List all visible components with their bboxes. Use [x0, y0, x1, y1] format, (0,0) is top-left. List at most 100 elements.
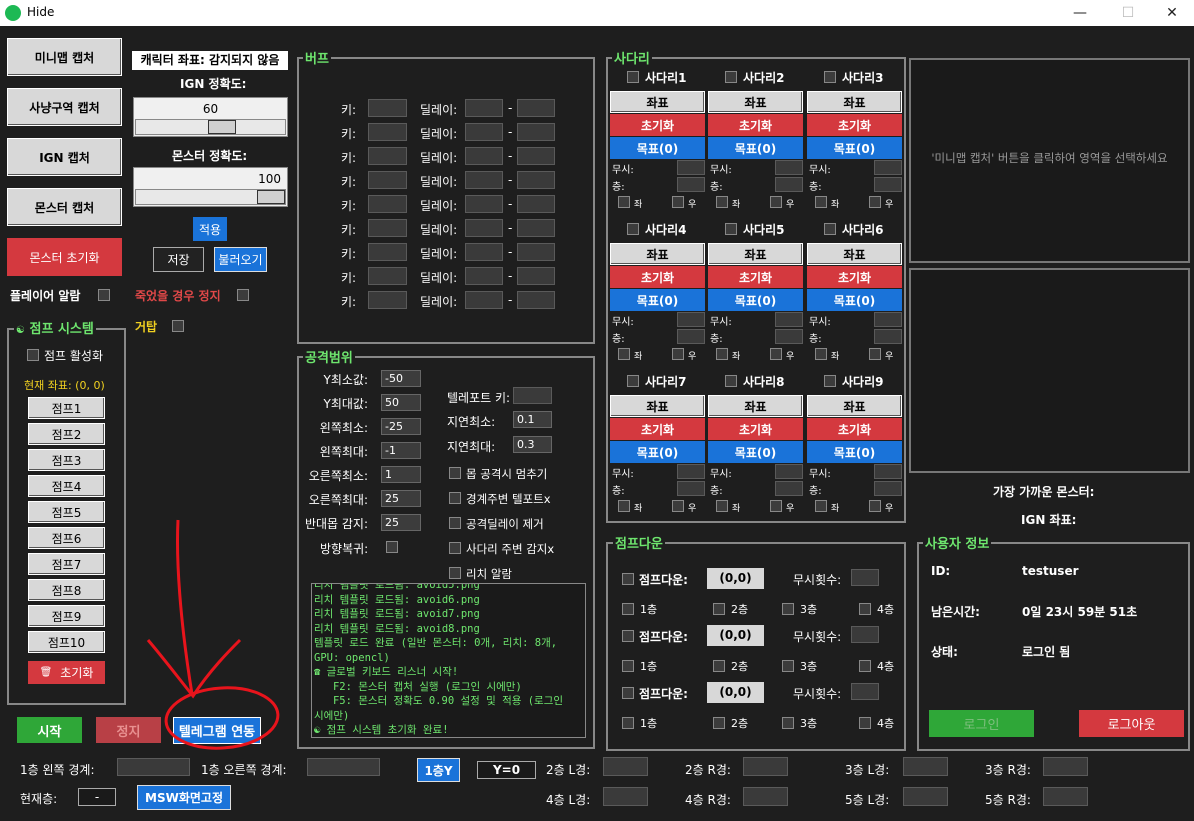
buff-key-input[interactable]: [368, 99, 407, 117]
jumpdown-checkbox[interactable]: [622, 573, 634, 585]
jumpdown-checkbox[interactable]: [622, 687, 634, 699]
ladder-left-checkbox[interactable]: [815, 196, 827, 208]
ladder-ignore-input[interactable]: [874, 312, 902, 327]
buff-key-input[interactable]: [368, 291, 407, 309]
floor4-left-input[interactable]: [603, 787, 648, 806]
jump-button-2[interactable]: 점프2: [28, 423, 105, 445]
jump-reset-button[interactable]: 🗑 초기화: [28, 661, 105, 684]
buff-delay-max-input[interactable]: [517, 219, 555, 237]
ladder-right-checkbox[interactable]: [672, 500, 684, 512]
jump-button-9[interactable]: 점프9: [28, 605, 105, 627]
ign-accuracy-slider[interactable]: [135, 119, 286, 135]
buff-delay-min-input[interactable]: [465, 147, 503, 165]
buff-delay-min-input[interactable]: [465, 291, 503, 309]
buff-delay-min-input[interactable]: [465, 195, 503, 213]
ladder-checkbox[interactable]: [824, 375, 836, 387]
ladder-coord-button[interactable]: 좌표: [807, 395, 902, 417]
stop-button[interactable]: 정지: [96, 717, 161, 743]
buff-key-input[interactable]: [368, 171, 407, 189]
ladder-floor-input[interactable]: [775, 329, 803, 344]
telegram-button[interactable]: 텔레그램 연동: [173, 717, 261, 744]
ladder-floor-input[interactable]: [775, 481, 803, 496]
apply-button[interactable]: 적용: [193, 217, 227, 241]
jumpdown-floor-checkbox[interactable]: [782, 603, 794, 615]
ladder-floor-input[interactable]: [874, 481, 902, 496]
ladder-floor-input[interactable]: [874, 177, 902, 192]
jumpdown-floor-checkbox[interactable]: [622, 603, 634, 615]
ladder-right-checkbox[interactable]: [770, 500, 782, 512]
floor3-left-input[interactable]: [903, 757, 948, 776]
ladder-coord-button[interactable]: 좌표: [610, 243, 705, 265]
ladder-reset-button[interactable]: 초기화: [708, 114, 803, 136]
monster-accuracy-slider[interactable]: [135, 189, 286, 205]
buff-delay-max-input[interactable]: [517, 171, 555, 189]
buff-delay-max-input[interactable]: [517, 123, 555, 141]
ladder-checkbox[interactable]: [627, 375, 639, 387]
monster-accuracy-slider-thumb[interactable]: [257, 190, 285, 204]
jumpdown-checkbox[interactable]: [622, 630, 634, 642]
ladder-checkbox[interactable]: [725, 223, 737, 235]
jump-button-1[interactable]: 점프1: [28, 397, 105, 419]
msw-fix-button[interactable]: MSW화면고정: [137, 785, 231, 810]
buff-delay-max-input[interactable]: [517, 147, 555, 165]
player-alert-checkbox[interactable]: [98, 289, 110, 301]
stop-on-death-checkbox[interactable]: [237, 289, 249, 301]
ladder-coord-button[interactable]: 좌표: [807, 91, 902, 113]
ladder-right-checkbox[interactable]: [770, 196, 782, 208]
ladder-ignore-input[interactable]: [677, 312, 705, 327]
ladder-reset-button[interactable]: 초기화: [708, 266, 803, 288]
buff-delay-max-input[interactable]: [517, 267, 555, 285]
jumpdown-floor-checkbox[interactable]: [859, 660, 871, 672]
attack-field-input[interactable]: -50: [381, 370, 421, 387]
ladder-ignore-input[interactable]: [775, 160, 803, 175]
attack-option-checkbox[interactable]: [449, 517, 461, 529]
ladder-right-checkbox[interactable]: [869, 196, 881, 208]
attack-option-checkbox[interactable]: [449, 567, 461, 579]
floor1-y-button[interactable]: 1층Y: [417, 758, 460, 782]
ladder-floor-input[interactable]: [874, 329, 902, 344]
attack-field-input[interactable]: 1: [381, 466, 421, 483]
ladder-ignore-input[interactable]: [677, 160, 705, 175]
attack-field-input[interactable]: -25: [381, 418, 421, 435]
ladder-left-checkbox[interactable]: [716, 500, 728, 512]
jumpdown-ignore-input[interactable]: [851, 569, 879, 586]
floor4-right-input[interactable]: [743, 787, 788, 806]
ladder-coord-button[interactable]: 좌표: [708, 91, 803, 113]
jumpdown-floor-checkbox[interactable]: [782, 717, 794, 729]
minimap-capture-button[interactable]: 미니맵 캡처: [7, 38, 122, 76]
floor5-right-input[interactable]: [1043, 787, 1088, 806]
jumpdown-floor-checkbox[interactable]: [713, 717, 725, 729]
ladder-floor-input[interactable]: [677, 329, 705, 344]
direction-restore-checkbox[interactable]: [386, 541, 398, 553]
ladder-floor-input[interactable]: [677, 177, 705, 192]
attack-option-checkbox[interactable]: [449, 467, 461, 479]
jumpdown-ignore-input[interactable]: [851, 626, 879, 643]
ladder-right-checkbox[interactable]: [672, 196, 684, 208]
jump-button-7[interactable]: 점프7: [28, 553, 105, 575]
attack-field-input[interactable]: -1: [381, 442, 421, 459]
hunt-area-capture-button[interactable]: 사냥구역 캡처: [7, 88, 122, 126]
delay-max-input[interactable]: 0.3: [513, 436, 552, 453]
floor1-right-input[interactable]: [307, 758, 380, 776]
buff-delay-max-input[interactable]: [517, 291, 555, 309]
ign-accuracy-slider-thumb[interactable]: [208, 120, 236, 134]
jump-button-4[interactable]: 점프4: [28, 475, 105, 497]
ign-capture-button[interactable]: IGN 캡처: [7, 138, 122, 176]
start-button[interactable]: 시작: [17, 717, 82, 743]
buff-key-input[interactable]: [368, 147, 407, 165]
minimize-button[interactable]: —: [1057, 2, 1103, 24]
ladder-target-button[interactable]: 목표(0): [708, 289, 803, 311]
attack-field-input[interactable]: 25: [381, 490, 421, 507]
attack-option-checkbox[interactable]: [449, 542, 461, 554]
buff-delay-max-input[interactable]: [517, 195, 555, 213]
ladder-reset-button[interactable]: 초기화: [610, 114, 705, 136]
ladder-floor-input[interactable]: [775, 177, 803, 192]
ladder-right-checkbox[interactable]: [672, 348, 684, 360]
ladder-ignore-input[interactable]: [775, 312, 803, 327]
buff-key-input[interactable]: [368, 267, 407, 285]
ladder-target-button[interactable]: 목표(0): [610, 289, 705, 311]
buff-key-input[interactable]: [368, 219, 407, 237]
ladder-target-button[interactable]: 목표(0): [807, 441, 902, 463]
jumpdown-ignore-input[interactable]: [851, 683, 879, 700]
floor5-left-input[interactable]: [903, 787, 948, 806]
